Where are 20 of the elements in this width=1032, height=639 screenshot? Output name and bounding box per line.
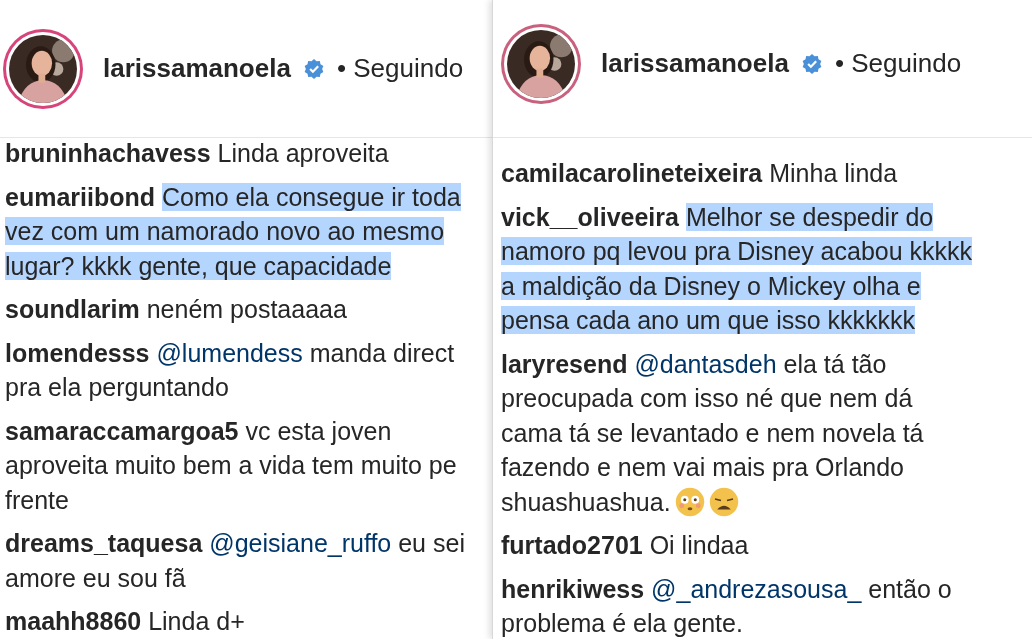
- comment-text: camilacarolineteixeira Minha linda: [501, 158, 899, 189]
- comment-text: bruninhachavess Linda aproveita: [5, 138, 390, 169]
- comment-text: soundlarim neném postaaaaa: [5, 294, 348, 325]
- mention-link[interactable]: @_andrezasousa_: [651, 574, 862, 603]
- follow-status[interactable]: • Seguindo: [336, 49, 464, 88]
- mention-link[interactable]: @geisiane_ruffo: [209, 529, 392, 557]
- comment-text: laryresend @dantasdeh ela tá tão preocupada com isso né que nem dá cama tá se levantado e nem novela tá fazendo e nem vai mais pra Orlando shuashuashua.: [501, 348, 925, 519]
- comment-text: maahh8860 Linda d+: [5, 606, 246, 637]
- weary-face-icon: [708, 486, 739, 517]
- username[interactable]: larissamanoela: [601, 44, 789, 83]
- mention-link[interactable]: @lumendess: [156, 338, 303, 367]
- flushed-face-icon: [674, 486, 705, 517]
- comment-text: henrikiwess @_andrezasousa_ então o problema é ela gente.: [501, 573, 953, 639]
- mention-link[interactable]: @dantasdeh: [634, 349, 777, 378]
- comment-text: furtado2701 Oi lindaa: [501, 530, 750, 561]
- follow-status[interactable]: • Seguindo: [834, 44, 962, 83]
- comment-text: eumariibond Como ela consegue ir toda vez com um namorado novo ao mesmo lugar? kkkk gente, que capacidade: [5, 181, 462, 282]
- comment-text: samaraccamargoa5 vc esta joven aproveita muito bem a vida tem muito pe frente: [5, 415, 458, 516]
- username[interactable]: larissamanoela: [103, 49, 291, 88]
- comment-text: dreams_taquesa @geisiane_ruffo eu sei amore eu sou fã: [5, 528, 466, 594]
